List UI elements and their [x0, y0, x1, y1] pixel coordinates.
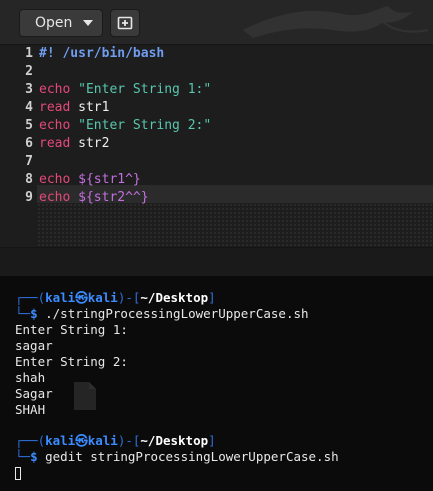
prompt-sep-open: )-[	[117, 433, 141, 448]
code-token: ${str2^^}	[78, 190, 149, 205]
screen: Open 1 2 3 4 5 6 7 8 9 #! /usr/bin/bash echo "Ent…	[0, 0, 433, 491]
code-token: read	[39, 136, 71, 151]
code-line: #! /usr/bin/bash	[39, 45, 164, 63]
code-token: str2	[70, 136, 110, 151]
line-number-gutter: 1 2 3 4 5 6 7 8 9	[0, 45, 37, 247]
command-text: ./stringProcessingLowerUpperCase.sh	[37, 306, 309, 321]
gedit-window: Open 1 2 3 4 5 6 7 8 9 #! /usr/bin/bash echo "Ent…	[0, 0, 433, 277]
output-line: Sagar	[15, 386, 53, 401]
open-button[interactable]: Open	[19, 9, 103, 37]
open-button-label: Open	[35, 15, 73, 31]
code-line: read str2	[39, 135, 109, 153]
chevron-down-icon	[83, 20, 94, 26]
code-token: echo	[39, 118, 71, 133]
output-line: Enter String 2:	[15, 354, 128, 369]
prompt-box-bottom: └─	[15, 449, 31, 464]
prompt-sep-close: ]	[208, 290, 216, 305]
prompt-box-top: ┌──(	[15, 433, 46, 448]
code-token: "Enter String 1:"	[78, 82, 212, 97]
line-number: 1	[25, 46, 33, 61]
kali-dragon-watermark	[243, 6, 429, 38]
prompt-sep-close: ]	[208, 433, 216, 448]
code-line: echo "Enter String 1:"	[39, 81, 211, 99]
code-line: echo ${str2^^}	[39, 189, 149, 207]
prompt-line-1: ┌──(kali㉿kali)-[~/Desktop]	[15, 290, 216, 306]
code-token: read	[39, 100, 71, 115]
editor-empty-space	[37, 203, 433, 247]
line-number: 9	[25, 190, 33, 205]
line-number: 6	[25, 136, 33, 151]
code-token: str1	[70, 100, 110, 115]
prompt-sep-open: )-[	[117, 290, 141, 305]
output-line: Enter String 1:	[15, 322, 128, 337]
new-document-icon	[117, 16, 133, 30]
prompt-path: ~/Desktop	[140, 433, 209, 448]
terminal-cursor	[15, 467, 21, 480]
command-text: gedit stringProcessingLowerUpperCase.sh	[37, 449, 339, 464]
terminal-window[interactable]: ┌──(kali㉿kali)-[~/Desktop] └─$ ./stringP…	[0, 276, 433, 491]
line-number: 2	[25, 64, 33, 79]
output-line: shah	[15, 370, 46, 385]
command-line-1: └─$ ./stringProcessingLowerUpperCase.sh	[15, 306, 309, 322]
prompt-box-bottom: └─	[15, 306, 31, 321]
code-line: echo ${str1^}	[39, 171, 141, 189]
line-number: 3	[25, 82, 33, 97]
file-icon	[74, 382, 96, 410]
new-document-button[interactable]	[110, 9, 140, 37]
code-token: echo	[39, 82, 71, 97]
gedit-headerbar: Open	[0, 0, 433, 45]
prompt-user: kali㉿kali	[45, 290, 118, 305]
command-line-2: └─$ gedit stringProcessingLowerUpperCase…	[15, 449, 339, 465]
code-text-area[interactable]: #! /usr/bin/bash echo "Enter String 1:" re…	[37, 45, 433, 247]
code-token: "Enter String 2:"	[78, 118, 212, 133]
prompt-path: ~/Desktop	[140, 290, 209, 305]
code-line: read str1	[39, 99, 109, 117]
prompt-line-2: ┌──(kali㉿kali)-[~/Desktop]	[15, 433, 216, 449]
output-line: sagar	[15, 338, 53, 353]
prompt-dollar: $	[30, 449, 38, 464]
code-token: ${str1^}	[78, 172, 141, 187]
code-token: #! /usr/bin/bash	[39, 46, 165, 61]
prompt-user: kali㉿kali	[45, 433, 118, 448]
code-token: echo	[39, 172, 71, 187]
output-line: SHAH	[15, 402, 46, 417]
code-token: echo	[39, 190, 71, 205]
prompt-dollar: $	[30, 306, 38, 321]
code-line: echo "Enter String 2:"	[39, 117, 211, 135]
gedit-bottom-bar	[0, 247, 433, 277]
line-number: 4	[25, 100, 33, 115]
line-number: 7	[25, 154, 33, 169]
line-number: 8	[25, 172, 33, 187]
prompt-box-top: ┌──(	[15, 290, 46, 305]
code-editor[interactable]: 1 2 3 4 5 6 7 8 9 #! /usr/bin/bash echo "Enter St…	[0, 45, 433, 247]
line-number: 5	[25, 118, 33, 133]
